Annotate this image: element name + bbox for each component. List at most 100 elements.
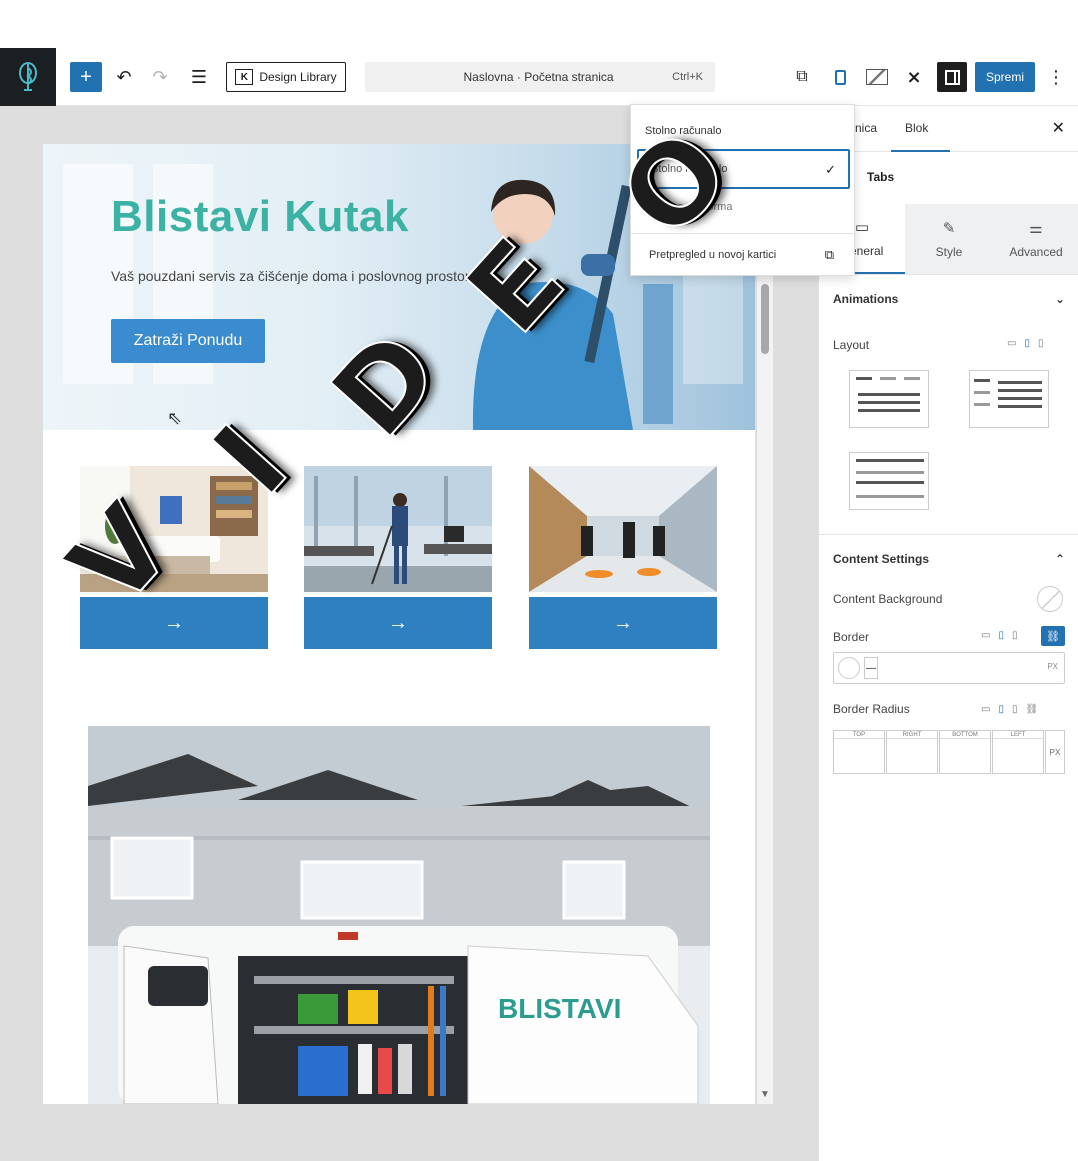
style-book-icon	[866, 69, 888, 85]
mobile-icon[interactable]: ▯	[1012, 704, 1018, 715]
page-preview: Blistavi Kutak Vaš pouzdani servis za či…	[43, 144, 755, 1104]
undo-button[interactable]: ↶	[110, 62, 138, 92]
radius-bottom-input[interactable]: BOTTOM	[939, 730, 991, 774]
mobile-icon[interactable]: ▯	[1012, 630, 1018, 641]
content-background-label: Content Background	[833, 592, 943, 606]
layout-line	[998, 405, 1042, 408]
editor-toolbar: + ↶ ↷ ☰ K Design Library Naslovna · Poče…	[0, 48, 1078, 106]
radius-right-label: RIGHT	[887, 732, 937, 739]
layout-option-accordion[interactable]	[849, 452, 929, 510]
styles-button[interactable]	[864, 64, 890, 90]
layout-line	[856, 471, 924, 474]
radius-device-switcher: ▭ ▯ ▯ ⛓	[981, 704, 1038, 715]
tab-style[interactable]: ✎ Style	[906, 204, 992, 274]
check-icon: ✓	[825, 162, 836, 177]
office-cleaning-image	[304, 466, 492, 592]
add-block-button[interactable]: +	[70, 62, 102, 92]
tab-block[interactable]: Blok	[890, 121, 952, 152]
close-icon[interactable]: ✕	[1052, 118, 1065, 138]
card-arrow-button[interactable]: →	[529, 597, 717, 649]
radius-right-input[interactable]: RIGHT	[886, 730, 938, 774]
hallway-cleaning-image	[529, 466, 717, 592]
layout-label: Layout	[833, 338, 870, 352]
site-logo-button[interactable]	[0, 48, 56, 106]
link-icon: ⛓	[1046, 630, 1060, 643]
layout-line	[904, 377, 920, 380]
desktop-icon[interactable]: ▭	[981, 630, 990, 641]
radius-top-input[interactable]: TOP	[833, 730, 885, 774]
layout-line	[856, 377, 872, 380]
kadence-settings-button[interactable]: ⨯	[901, 64, 927, 90]
request-quote-button[interactable]: Zatraži Ponudu	[111, 319, 265, 363]
tablet-icon[interactable]: ▯	[998, 704, 1004, 715]
preview-new-tab-link[interactable]: Pretpregled u novoj kartici	[649, 249, 776, 261]
tablet-icon[interactable]: ▯	[1024, 338, 1030, 349]
layout-line	[856, 481, 924, 484]
block-settings-tabs: ▭ General ✎ Style ⚌ Advanced	[819, 204, 1078, 274]
logo-icon	[19, 62, 37, 91]
content-background-color-picker[interactable]	[1037, 586, 1063, 612]
mouse-cursor-icon: ⇖	[167, 408, 183, 428]
scrollbar-thumb[interactable]	[761, 284, 769, 354]
animations-heading: Animations	[833, 291, 899, 306]
border-color-swatch[interactable]	[838, 657, 860, 679]
card-arrow-button[interactable]: →	[80, 597, 268, 649]
service-card-office[interactable]: →	[304, 466, 492, 649]
design-library-button[interactable]: K Design Library	[226, 62, 346, 92]
design-library-label: Design Library	[259, 70, 337, 84]
kadence-icon: K	[235, 69, 254, 85]
desktop-icon[interactable]: ▭	[981, 704, 990, 715]
options-menu-button[interactable]: ⋮	[1046, 62, 1066, 92]
brush-icon: ✎	[942, 220, 956, 237]
border-control[interactable]: — PX	[833, 652, 1065, 684]
radius-unit-select[interactable]: PX	[1045, 730, 1065, 774]
border-style-select[interactable]: —	[864, 657, 878, 679]
canvas-scrollbar[interactable]: ▼	[757, 144, 773, 1104]
save-button[interactable]: Spremi	[975, 62, 1035, 92]
border-unit[interactable]: PX	[1047, 662, 1058, 671]
unlink-icon[interactable]: ⛓	[1025, 704, 1038, 715]
tab-style-label: Style	[935, 245, 963, 259]
document-overview-button[interactable]: ☰	[185, 62, 213, 92]
sidebar-tabs: Stranica Blok ✕	[819, 106, 1078, 152]
border-label: Border	[833, 630, 870, 644]
sidebar-icon	[944, 69, 960, 85]
card-arrow-button[interactable]: →	[304, 597, 492, 649]
layout-line	[998, 389, 1042, 392]
van-brand-text: BLISTAVI	[498, 993, 621, 1024]
hero-title[interactable]: Blistavi Kutak	[111, 192, 409, 242]
view-page-button[interactable]: ⧉	[789, 64, 815, 90]
scroll-down-icon[interactable]: ▼	[760, 1089, 770, 1100]
layout-option-tabs-left[interactable]	[969, 370, 1049, 428]
settings-sidebar: Stranica Blok ✕ Tabs ▭ General ✎ Style ⚌…	[818, 106, 1078, 1161]
mobile-icon[interactable]: ▯	[1038, 338, 1044, 349]
layout-line	[856, 459, 924, 462]
sliders-icon: ⚌	[1029, 220, 1043, 237]
kadence-controls-icon: ⨯	[906, 66, 922, 87]
layout-option-tabs-top[interactable]	[849, 370, 929, 428]
layout-device-switcher: ▭ ▯ ▯	[1007, 338, 1043, 349]
external-link-icon[interactable]: ⧉	[825, 247, 834, 263]
content-settings-toggle[interactable]: Content Settings ⌃	[819, 534, 1078, 582]
settings-toggle-button[interactable]	[937, 62, 967, 92]
desktop-icon[interactable]: ▭	[1007, 338, 1016, 349]
tab-advanced[interactable]: ⚌ Advanced	[993, 204, 1078, 274]
redo-button[interactable]: ↷	[146, 62, 174, 92]
more-vertical-icon: ⋮	[1047, 66, 1065, 87]
chevron-up-icon: ⌃	[1054, 551, 1065, 566]
border-device-switcher: ▭ ▯ ▯	[981, 630, 1017, 641]
radius-left-input[interactable]: LEFT	[992, 730, 1044, 774]
layout-line	[858, 401, 920, 404]
link-sides-button[interactable]: ⛓	[1041, 626, 1065, 646]
tablet-icon[interactable]: ▯	[998, 630, 1004, 641]
service-card-commercial[interactable]: →	[529, 466, 717, 649]
arrow-right-icon: →	[164, 611, 184, 634]
house-van-image[interactable]: BLISTAVI	[88, 726, 710, 1104]
layout-line	[880, 377, 896, 380]
layout-line	[974, 403, 990, 406]
animations-panel-toggle[interactable]: Animations ⌄	[819, 274, 1078, 322]
radius-left-label: LEFT	[993, 732, 1043, 739]
command-palette-bar[interactable]: Naslovna · Početna stranica Ctrl+K	[365, 62, 715, 92]
device-preview-button[interactable]	[827, 64, 853, 90]
hero-subtitle[interactable]: Vaš pouzdani servis za čišćenje doma i p…	[111, 268, 477, 284]
